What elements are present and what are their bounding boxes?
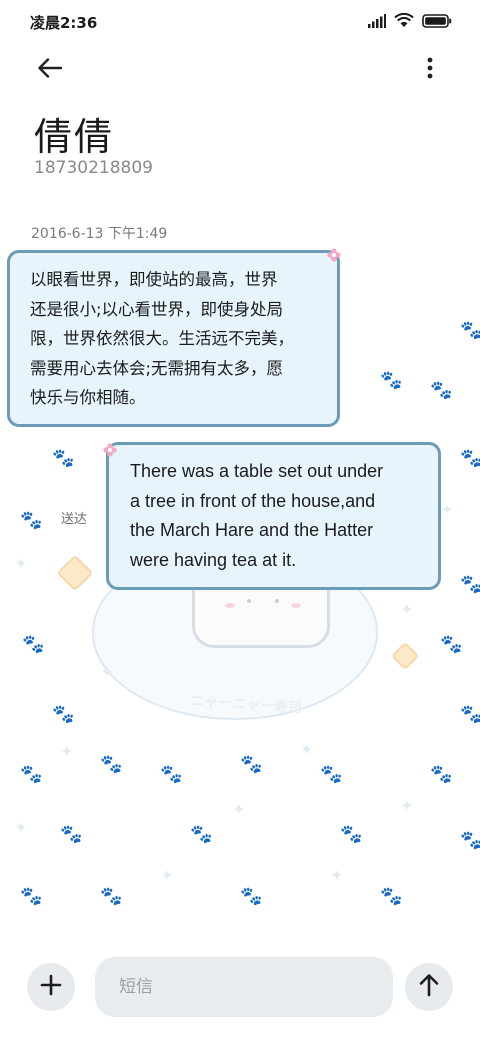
status-time: 凌晨2:36 — [30, 13, 98, 32]
wifi-icon — [394, 12, 414, 32]
outgoing-message-bubble[interactable]: There was a table set out under a tree i… — [106, 442, 441, 590]
flower-decoration-icon — [103, 442, 117, 457]
message-line: 需要用心去体会;无需拥有太多，愿 — [30, 358, 284, 378]
more-vertical-icon — [427, 57, 433, 83]
back-button[interactable] — [30, 50, 70, 90]
signal-icon — [368, 13, 386, 32]
message-line: the March Hare and the Hatter — [130, 520, 374, 540]
more-options-button[interactable] — [410, 50, 450, 90]
message-line: There was a table set out under — [130, 461, 384, 481]
status-bar: 凌晨2:36 — [0, 0, 480, 44]
wallpaper-diamond — [56, 554, 94, 592]
contact-number[interactable]: 18730218809 — [34, 158, 153, 178]
message-line: 限，世界依然很大。生活远不完美， — [30, 329, 294, 348]
add-attachment-button[interactable] — [27, 963, 75, 1011]
message-line: 以眼看世界，即使站的最高，世界 — [30, 270, 278, 289]
battery-icon — [422, 13, 452, 32]
delivery-status: 送达 — [61, 512, 88, 527]
message-input[interactable] — [119, 977, 393, 997]
message-line: were having tea at it. — [130, 549, 297, 570]
send-button[interactable] — [405, 963, 453, 1011]
flower-decoration-icon — [327, 247, 341, 262]
incoming-message-bubble[interactable]: 以眼看世界，即使站的最高，世界 还是很小;以心看世界，即使身处局 限，世界依然很… — [7, 250, 340, 427]
message-line: a tree in front of the house,and — [130, 490, 376, 511]
message-line: 快乐与你相随。 — [30, 388, 146, 407]
arrow-left-icon — [37, 57, 63, 83]
message-line: 还是很小;以心看世界，即使身处局 — [30, 299, 284, 319]
arrow-up-icon — [418, 973, 440, 1001]
message-timestamp: 2016-6-13 下午1:49 — [31, 226, 168, 242]
wallpaper-diamond — [390, 641, 420, 671]
plus-icon — [40, 974, 62, 1000]
message-input-box[interactable] — [95, 957, 393, 1017]
contact-name: 倩倩 — [34, 115, 115, 159]
status-icons — [368, 12, 452, 32]
